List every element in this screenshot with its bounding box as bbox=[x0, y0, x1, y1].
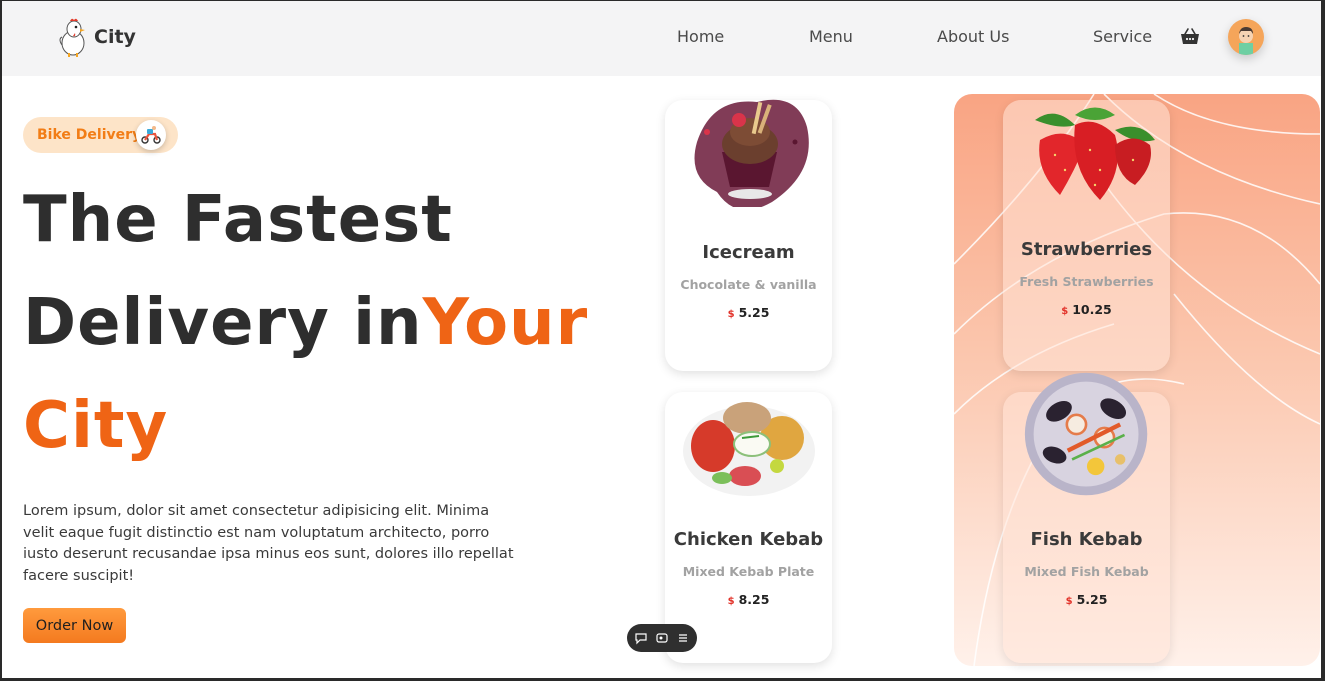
page: City Home Menu About Us Service Bike Del… bbox=[2, 1, 1321, 678]
menu-card-chicken-kebab[interactable]: Chicken Kebab Mixed Kebab Plate $8.25 bbox=[665, 392, 832, 663]
hero-title-line2-a: Delivery in bbox=[23, 286, 423, 360]
menu-card-strawberries[interactable]: Strawberries Fresh Strawberries $10.25 bbox=[1003, 100, 1170, 371]
nav-home[interactable]: Home bbox=[677, 27, 724, 46]
menu-card-fish-kebab[interactable]: Fish Kebab Mixed Fish Kebab $5.25 bbox=[1003, 372, 1170, 663]
floating-toolbar bbox=[627, 624, 697, 652]
badge-label: Bike Delivery bbox=[37, 127, 142, 143]
hero-title-line2: Delivery inYour bbox=[23, 286, 588, 360]
brand-name[interactable]: City bbox=[94, 26, 136, 48]
card-title: Strawberries bbox=[1020, 239, 1153, 260]
header: City Home Menu About Us Service bbox=[2, 1, 1321, 76]
basket-icon[interactable] bbox=[1179, 26, 1201, 48]
hero-title-line1: The Fastest bbox=[23, 183, 453, 257]
chicken-kebab-image bbox=[683, 402, 815, 496]
currency-symbol: $ bbox=[727, 309, 735, 320]
nav-service[interactable]: Service bbox=[1093, 27, 1152, 46]
hero-title-accent-your: Your bbox=[422, 286, 589, 360]
card-subtitle: Fresh Strawberries bbox=[1019, 274, 1154, 289]
currency-symbol: $ bbox=[727, 596, 735, 607]
card-title: Fish Kebab bbox=[1030, 529, 1143, 550]
scooter-icon bbox=[136, 120, 166, 150]
order-now-button[interactable]: Order Now bbox=[23, 608, 126, 643]
menu-icon[interactable] bbox=[676, 631, 690, 645]
price-value: 10.25 bbox=[1072, 302, 1112, 317]
nav-menu[interactable]: Menu bbox=[809, 27, 853, 46]
price-value: 5.25 bbox=[1076, 592, 1108, 607]
card-subtitle: Mixed Fish Kebab bbox=[1024, 564, 1149, 579]
menu-card-icecream[interactable]: Icecream Chocolate & vanilla $5.25 bbox=[665, 99, 832, 371]
card-price: $5.25 bbox=[1003, 592, 1170, 607]
screen-icon[interactable] bbox=[655, 631, 669, 645]
card-subtitle: Mixed Kebab Plate bbox=[682, 564, 815, 579]
card-subtitle: Chocolate & vanilla bbox=[680, 277, 817, 292]
price-value: 5.25 bbox=[738, 305, 770, 320]
card-price: $8.25 bbox=[665, 592, 832, 607]
card-price: $10.25 bbox=[1003, 302, 1170, 317]
nav-about-us[interactable]: About Us bbox=[937, 27, 1009, 46]
fish-kebab-image bbox=[1024, 372, 1148, 496]
strawberries-image bbox=[1035, 107, 1155, 200]
avatar-icon bbox=[1239, 27, 1253, 55]
comment-icon[interactable] bbox=[634, 631, 648, 645]
user-avatar[interactable] bbox=[1228, 19, 1264, 55]
hero-description: Lorem ipsum, dolor sit amet consectetur … bbox=[23, 503, 514, 584]
currency-symbol: $ bbox=[1061, 306, 1069, 317]
card-title: Icecream bbox=[702, 242, 795, 263]
currency-symbol: $ bbox=[1065, 596, 1073, 607]
chicken-logo-icon[interactable] bbox=[56, 17, 90, 57]
card-price: $5.25 bbox=[665, 305, 832, 320]
card-title: Chicken Kebab bbox=[673, 529, 824, 550]
price-value: 8.25 bbox=[738, 592, 770, 607]
bike-delivery-badge: Bike Delivery bbox=[23, 117, 178, 153]
hero-title-line3: City bbox=[23, 389, 169, 463]
icecream-image bbox=[694, 99, 809, 207]
